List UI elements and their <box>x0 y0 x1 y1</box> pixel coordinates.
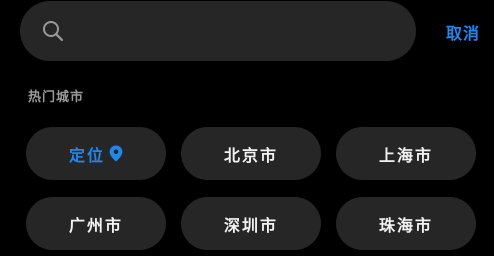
cancel-button[interactable]: 取消 <box>446 20 480 44</box>
city-chip-shanghai[interactable]: 上海市 <box>336 127 476 180</box>
city-chip-shenzhen[interactable]: 深圳市 <box>181 197 321 250</box>
locate-city-button[interactable]: 定位 <box>26 127 166 180</box>
search-input[interactable] <box>76 11 400 53</box>
hot-cities-heading: 热门城市 <box>28 90 85 105</box>
search-icon <box>42 20 64 42</box>
locate-label: 定位 <box>68 145 105 165</box>
search-bar[interactable] <box>20 1 416 61</box>
city-chip-zhuhai[interactable]: 珠海市 <box>336 197 476 250</box>
location-pin-icon <box>109 145 123 162</box>
city-chip-beijing[interactable]: 北京市 <box>181 127 321 180</box>
city-chip-guangzhou[interactable]: 广州市 <box>26 197 166 250</box>
